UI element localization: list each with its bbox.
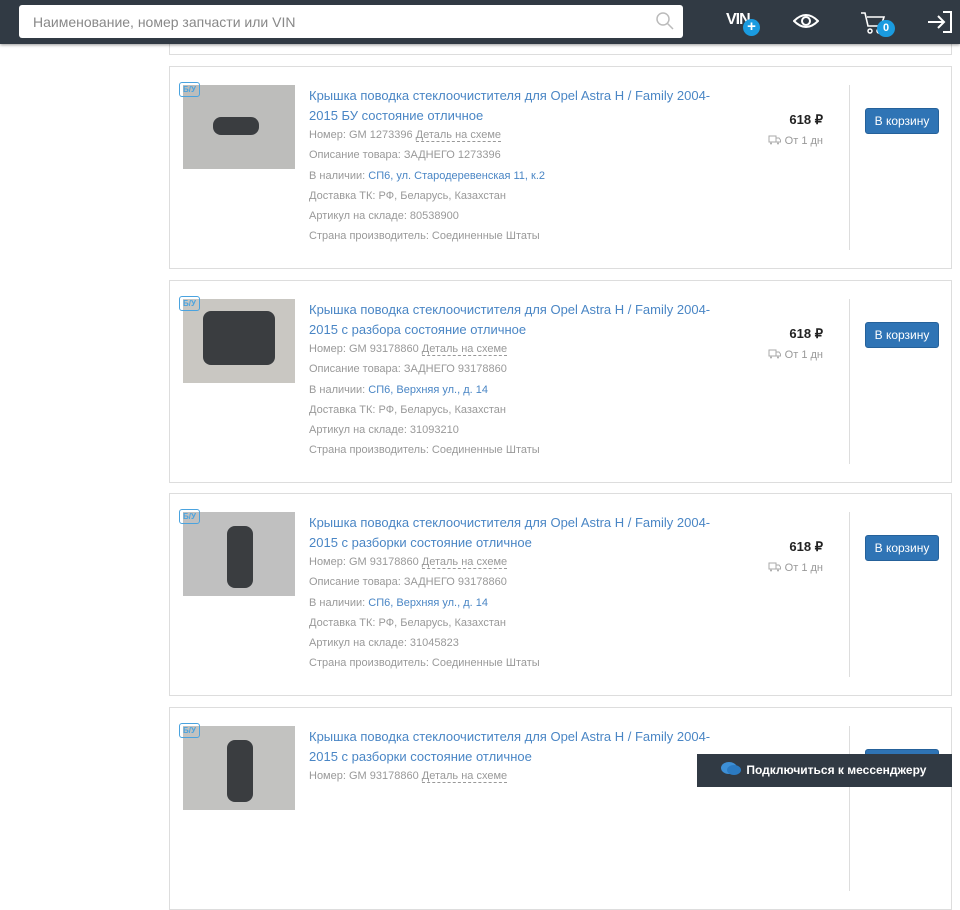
stock-info: В наличии: СП6, ул. Стародеревенская 11,… [309,170,545,182]
description: Описание товара: ЗАДНЕГО 93178860 [309,576,507,588]
delivery-time-label: От 1 дн [784,562,823,574]
scheme-link[interactable]: Деталь на схеме [421,556,508,569]
part-number-label: Номер: GM 1273396 [309,129,413,141]
divider [849,85,850,250]
country-of-origin: Страна производитель: Соединенные Штаты [309,657,540,669]
delivery-info: Доставка ТК: РФ, Беларусь, Казахстан [309,404,506,416]
scheme-link[interactable]: Деталь на схеме [415,129,502,142]
price: 618 ₽ [789,112,823,127]
plus-icon: + [743,19,760,36]
used-badge: Б/У [179,723,200,738]
stock-location-link[interactable]: СП6, Верхняя ул., д. 14 [368,384,488,396]
delivery-time-label: От 1 дн [784,135,823,147]
used-badge: Б/У [179,509,200,524]
product-image[interactable] [183,512,295,596]
divider [849,726,850,891]
stock-info: В наличии: СП6, Верхняя ул., д. 14 [309,384,488,396]
part-number: Номер: GM 93178860 Деталь на схеме [309,556,508,569]
truck-icon [768,349,781,359]
product-image[interactable] [183,726,295,810]
stock-label: В наличии: [309,597,366,609]
product-card: Б/У Крышка поводка стеклоочистителя для … [169,66,952,269]
delivery-time-label: От 1 дн [784,349,823,361]
used-badge: Б/У [179,296,200,311]
stock-location-link[interactable]: СП6, ул. Стародеревенская 11, к.2 [368,170,545,182]
product-card: Б/У Крышка поводка стеклоочистителя для … [169,493,952,696]
country-of-origin: Страна производитель: Соединенные Штаты [309,444,540,456]
truck-icon [768,135,781,145]
price: 618 ₽ [789,326,823,341]
warehouse-sku: Артикул на складе: 80538900 [309,210,459,222]
delivery-time: От 1 дн [768,562,823,574]
top-header: VIN + 0 [0,0,960,44]
divider [849,512,850,677]
eye-icon[interactable] [793,11,819,31]
description: Описание товара: ЗАДНЕГО 1273396 [309,149,501,161]
search-input[interactable] [19,5,683,38]
truck-icon [768,562,781,572]
stock-label: В наличии: [309,384,366,396]
product-image[interactable] [183,85,295,169]
product-card: Б/У Крышка поводка стеклоочистителя для … [169,280,952,483]
stock-location-link[interactable]: СП6, Верхняя ул., д. 14 [368,597,488,609]
delivery-info: Доставка ТК: РФ, Беларусь, Казахстан [309,617,506,629]
part-number-label: Номер: GM 93178860 [309,556,419,568]
scheme-link[interactable]: Деталь на схеме [421,343,508,356]
part-number: Номер: GM 93178860 Деталь на схеме [309,343,508,356]
add-to-cart-button[interactable]: В корзину [865,322,939,348]
chat-icon [721,762,741,775]
stock-info: В наличии: СП6, Верхняя ул., д. 14 [309,597,488,609]
warehouse-sku: Артикул на складе: 31093210 [309,424,459,436]
product-title-link[interactable]: Крышка поводка стеклоочистителя для Opel… [309,86,729,126]
divider [849,299,850,464]
product-title-link[interactable]: Крышка поводка стеклоочистителя для Opel… [309,300,729,340]
add-to-cart-button[interactable]: В корзину [865,535,939,561]
country-of-origin: Страна производитель: Соединенные Штаты [309,230,540,242]
delivery-info: Доставка ТК: РФ, Беларусь, Казахстан [309,190,506,202]
product-title-link[interactable]: Крышка поводка стеклоочистителя для Opel… [309,727,729,767]
scheme-link[interactable]: Деталь на схеме [421,770,508,783]
part-number: Номер: GM 93178860 Деталь на схеме [309,770,508,783]
used-badge: Б/У [179,82,200,97]
stock-label: В наличии: [309,170,366,182]
warehouse-sku: Артикул на складе: 31045823 [309,637,459,649]
search-icon[interactable] [655,11,675,31]
price: 618 ₽ [789,539,823,554]
description: Описание товара: ЗАДНЕГО 93178860 [309,363,507,375]
part-number-label: Номер: GM 93178860 [309,770,419,782]
add-to-cart-button[interactable]: В корзину [865,108,939,134]
login-icon[interactable] [927,11,953,33]
product-title-link[interactable]: Крышка поводка стеклоочистителя для Opel… [309,513,729,553]
product-card: Б/У Крышка поводка стеклоочистителя для … [169,707,952,910]
delivery-time: От 1 дн [768,135,823,147]
messenger-label: Подключиться к мессенджеру [746,763,927,777]
delivery-time: От 1 дн [768,349,823,361]
part-number-label: Номер: GM 93178860 [309,343,419,355]
messenger-button[interactable]: Подключиться к мессенджеру [697,754,952,787]
cart-count-badge: 0 [877,20,895,37]
product-image[interactable] [183,299,295,383]
part-number: Номер: GM 1273396 Деталь на схеме [309,129,502,142]
